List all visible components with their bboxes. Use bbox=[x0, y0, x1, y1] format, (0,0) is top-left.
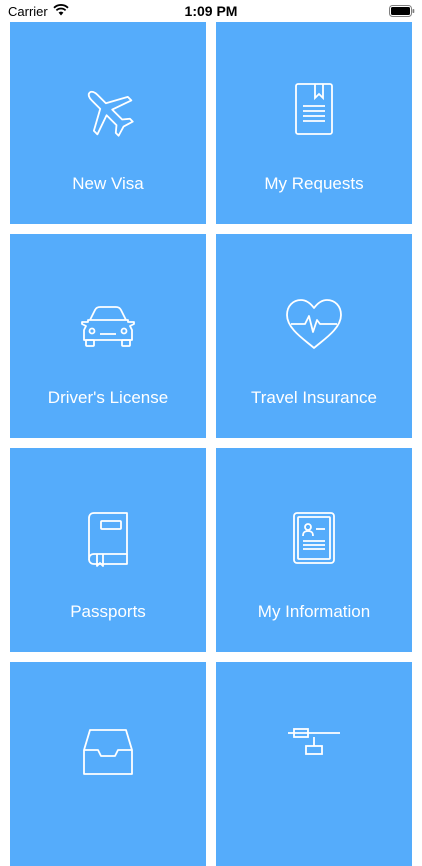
tile-label: My Information bbox=[257, 602, 371, 621]
car-icon bbox=[10, 296, 206, 354]
status-time: 1:09 PM bbox=[184, 3, 238, 19]
heart-pulse-icon bbox=[216, 296, 412, 354]
tile-timeline[interactable] bbox=[216, 662, 412, 866]
passport-book-icon bbox=[10, 510, 206, 568]
tile-new-visa[interactable]: New Visa bbox=[10, 20, 206, 224]
timeline-icon bbox=[216, 724, 412, 782]
tile-label: Driver's License bbox=[47, 388, 169, 407]
tile-label: Passports bbox=[70, 602, 146, 621]
airplane-icon bbox=[10, 82, 206, 140]
tile-my-requests[interactable]: My Requests bbox=[216, 20, 412, 224]
tile-label: My Requests bbox=[264, 174, 364, 193]
tile-drivers-license[interactable]: Driver's License bbox=[10, 234, 206, 438]
profile-document-icon bbox=[216, 510, 412, 568]
inbox-tray-icon bbox=[10, 724, 206, 782]
tile-passports[interactable]: Passports bbox=[10, 448, 206, 652]
document-bookmark-icon bbox=[216, 82, 412, 140]
battery-icon bbox=[389, 5, 415, 20]
tile-inbox[interactable] bbox=[10, 662, 206, 866]
tile-label: New Visa bbox=[72, 174, 144, 193]
tile-my-information[interactable]: My Information bbox=[216, 448, 412, 652]
tile-travel-insurance[interactable]: Travel Insurance bbox=[216, 234, 412, 438]
status-bar: Carrier 1:09 PM bbox=[0, 0, 422, 22]
tile-label: Travel Insurance bbox=[251, 388, 377, 407]
